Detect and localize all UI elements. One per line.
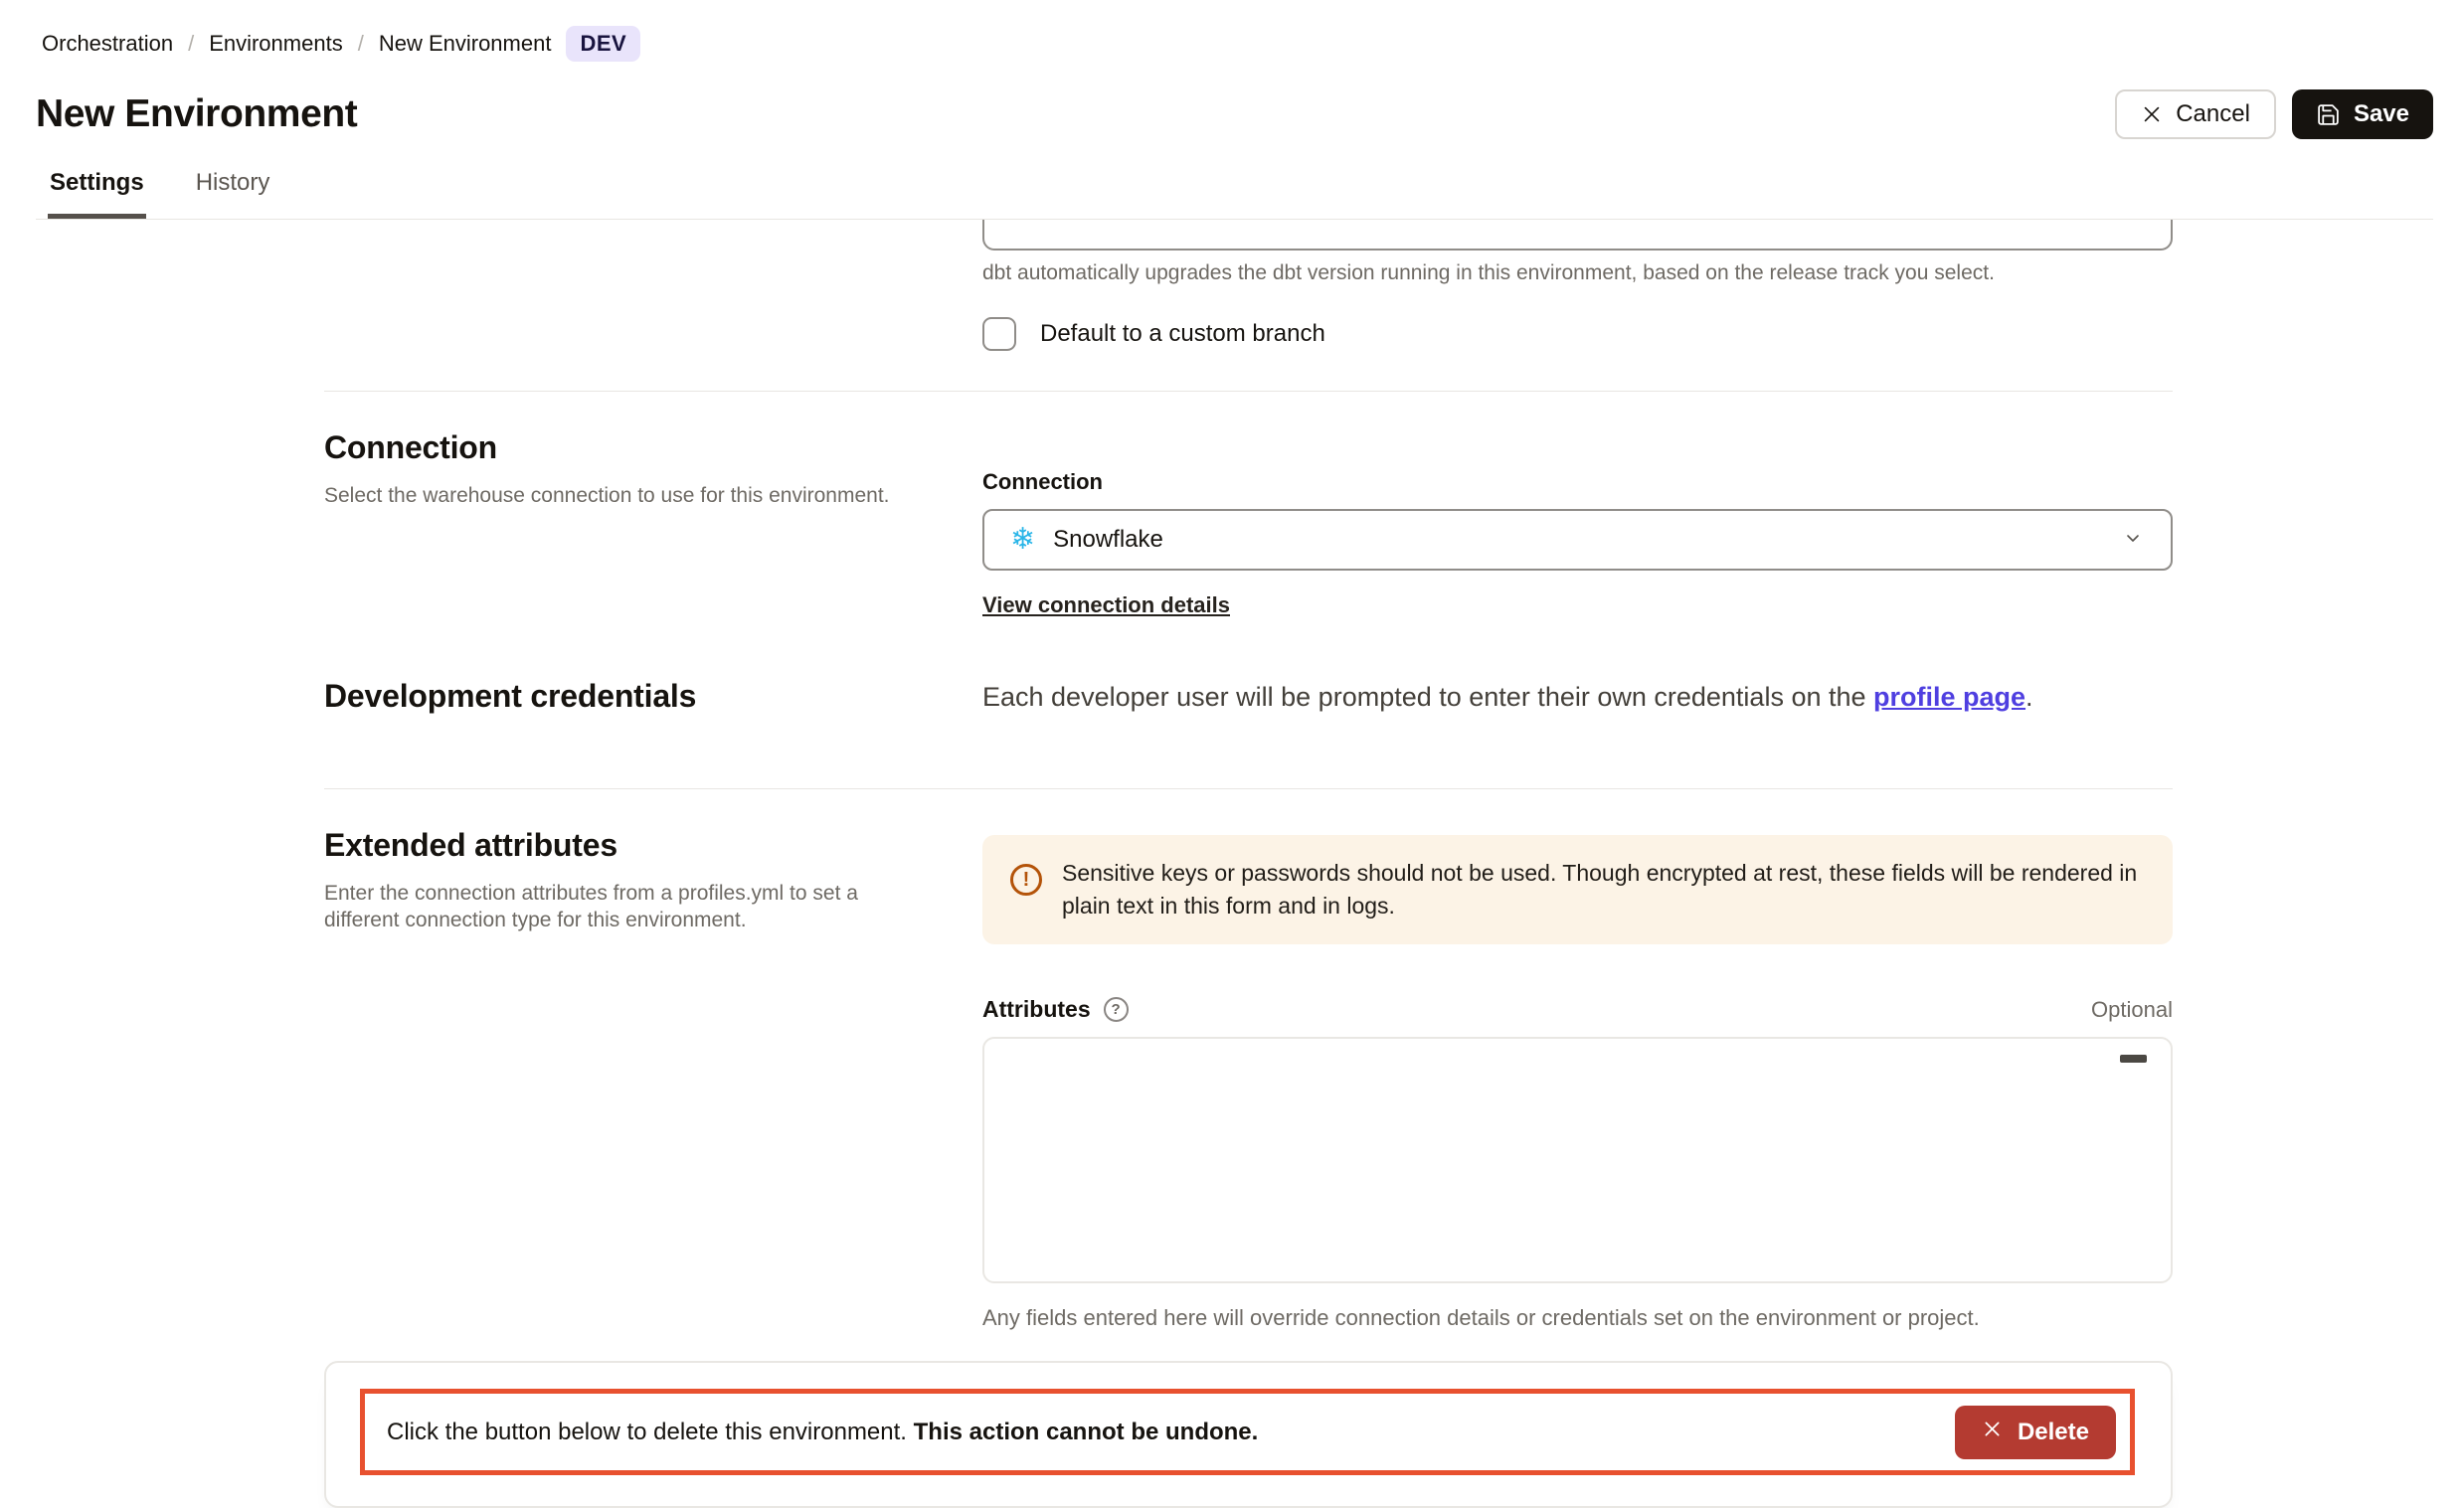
tab-bar: Settings History: [36, 169, 2433, 220]
delete-button[interactable]: Delete: [1955, 1406, 2116, 1459]
save-button-label: Save: [2354, 102, 2409, 126]
chevron-down-icon: [2121, 526, 2145, 555]
optional-label: Optional: [2091, 997, 2173, 1023]
env-dev-badge: DEV: [566, 26, 640, 62]
page-title: New Environment: [36, 92, 357, 136]
attributes-textarea[interactable]: [982, 1037, 2173, 1283]
header-actions: Cancel Save: [2115, 89, 2433, 139]
profile-page-link[interactable]: profile page: [1873, 682, 2025, 712]
breadcrumb-separator: /: [188, 31, 194, 57]
attributes-field-label: Attributes: [982, 996, 1091, 1023]
extended-attributes-heading: Extended attributes: [324, 827, 982, 864]
cancel-button[interactable]: Cancel: [2115, 89, 2276, 139]
breadcrumb-orchestration[interactable]: Orchestration: [42, 31, 173, 57]
page-header: Orchestration / Environments / New Envir…: [0, 0, 2464, 220]
breadcrumb-environments[interactable]: Environments: [209, 31, 343, 57]
tab-history[interactable]: History: [194, 169, 272, 219]
extended-attributes-description: Enter the connection attributes from a p…: [324, 880, 921, 933]
custom-branch-checkbox[interactable]: [982, 317, 1016, 351]
connection-heading: Connection: [324, 429, 982, 466]
breadcrumb-new-environment[interactable]: New Environment: [379, 31, 552, 57]
delete-button-label: Delete: [2018, 1419, 2089, 1446]
breadcrumb-separator: /: [358, 31, 364, 57]
release-track-helper-text: dbt automatically upgrades the dbt versi…: [982, 261, 2173, 285]
development-credentials-section: Development credentials Each developer u…: [324, 678, 2173, 749]
help-icon[interactable]: ?: [1104, 997, 1129, 1022]
devcred-text-before: Each developer user will be prompted to …: [982, 682, 1873, 712]
delete-warning-text: Click the button below to delete this en…: [387, 1419, 1258, 1446]
sensitive-keys-warning-banner: ! Sensitive keys or passwords should not…: [982, 835, 2173, 944]
connection-description: Select the warehouse connection to use f…: [324, 482, 921, 509]
tab-settings[interactable]: Settings: [48, 169, 146, 219]
warning-text: Sensitive keys or passwords should not b…: [1062, 857, 2145, 922]
connection-selected-value: Snowflake: [1053, 526, 1163, 554]
connection-section: Connection Select the warehouse connecti…: [324, 392, 2173, 618]
save-button[interactable]: Save: [2292, 89, 2433, 139]
alert-circle-icon: !: [1010, 864, 1042, 896]
view-connection-details-link[interactable]: View connection details: [982, 592, 1230, 618]
custom-branch-row: Default to a custom branch: [982, 317, 2173, 351]
connection-field-label: Connection: [982, 469, 2173, 495]
attributes-label-row: Attributes ? Optional: [982, 996, 2173, 1023]
custom-branch-label: Default to a custom branch: [1040, 320, 1325, 348]
development-credentials-text: Each developer user will be prompted to …: [982, 682, 2173, 713]
danger-zone-card: Click the button below to delete this en…: [324, 1361, 2173, 1508]
delete-warning-bold: This action cannot be undone.: [914, 1419, 1259, 1445]
breadcrumb: Orchestration / Environments / New Envir…: [42, 26, 2433, 62]
attributes-helper-text: Any fields entered here will override co…: [982, 1305, 2173, 1331]
settings-form: dbt automatically upgrades the dbt versi…: [0, 220, 2464, 1508]
extended-attributes-section: Extended attributes Enter the connection…: [324, 789, 2173, 1331]
save-icon: [2316, 102, 2341, 127]
x-icon: [1982, 1419, 2003, 1446]
cancel-button-label: Cancel: [2176, 102, 2250, 126]
delete-highlight-box: Click the button below to delete this en…: [360, 1389, 2135, 1475]
release-track-input[interactable]: [982, 220, 2173, 251]
devcred-text-after: .: [2025, 682, 2033, 712]
snowflake-icon: ❄: [1010, 525, 1035, 555]
minus-icon[interactable]: [2120, 1055, 2147, 1063]
connection-select[interactable]: ❄ Snowflake: [982, 509, 2173, 571]
delete-warning-normal: Click the button below to delete this en…: [387, 1419, 914, 1445]
x-icon: [2141, 103, 2163, 125]
development-credentials-heading: Development credentials: [324, 678, 982, 715]
